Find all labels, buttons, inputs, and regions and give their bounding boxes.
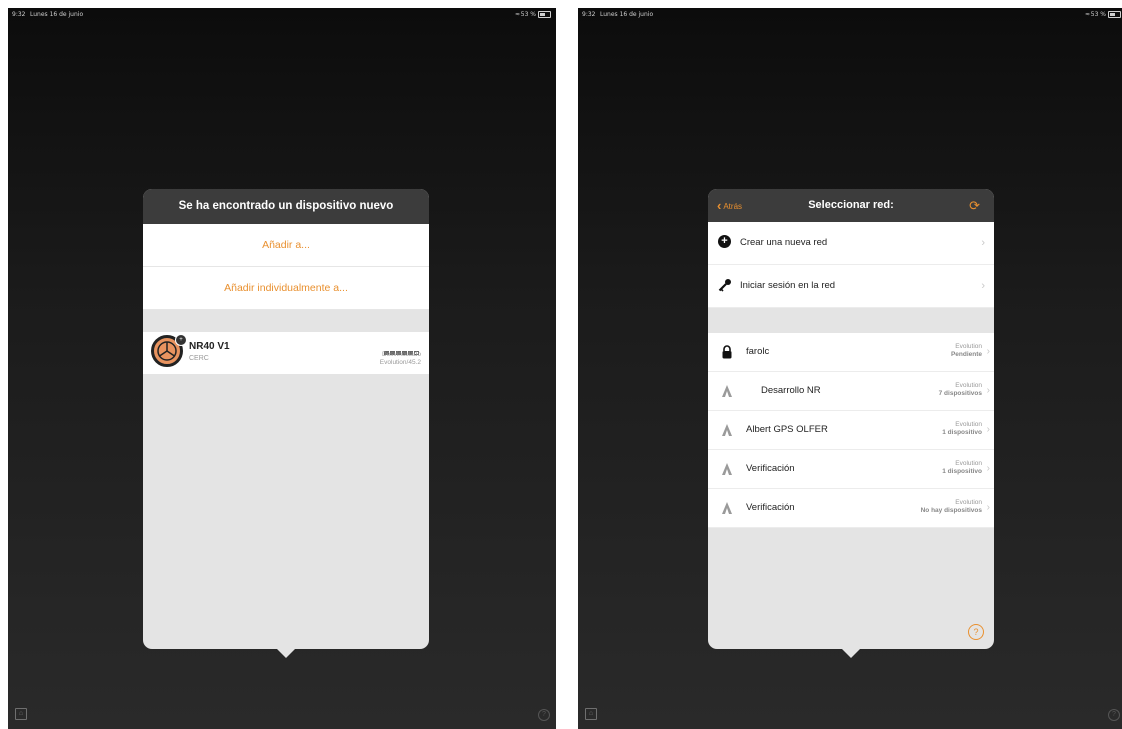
home-icon[interactable]: ⌂ <box>15 708 27 720</box>
status-bar: 9:32 Lunes 16 de junio ≈ 53 % <box>578 8 1122 22</box>
chevron-right-icon: › <box>986 424 990 435</box>
plus-circle-icon: + <box>718 235 732 249</box>
left-screen: 9:32 Lunes 16 de junio ≈ 53 % Se ha enco… <box>8 8 556 729</box>
battery-percent: 53 % <box>1090 11 1106 18</box>
network-meta: Evolution Pendiente <box>951 343 982 359</box>
network-status: Pendiente <box>950 351 982 358</box>
chevron-right-icon: › <box>981 237 985 249</box>
chevron-right-icon: › <box>981 280 985 292</box>
network-meta: Evolution 7 dispositivos <box>939 382 982 398</box>
network-row[interactable]: Verificación Evolution No hay dispositiv… <box>708 489 994 528</box>
help-icon[interactable]: ? <box>1108 709 1120 721</box>
popover-arrow <box>841 648 861 658</box>
network-row[interactable]: farolc Evolution Pendiente › <box>708 333 994 372</box>
battery-icon <box>1108 11 1121 18</box>
network-status: 1 dispositivo <box>942 429 982 436</box>
nav-title: Seleccionar red: <box>808 199 894 211</box>
menu-label: Crear una nueva red <box>740 237 828 248</box>
right-screen: 9:32 Lunes 16 de junio ≈ 53 % ‹ Atrás Sel… <box>578 8 1122 729</box>
network-row[interactable]: Albert GPS OLFER Evolution 1 dispositivo… <box>708 411 994 450</box>
key-icon <box>718 278 732 292</box>
login-network-row[interactable]: Iniciar sesión en la red › <box>708 265 994 308</box>
network-status: 7 dispositivos <box>938 390 982 397</box>
select-network-popover: ‹ Atrás Seleccionar red: ⟳ + Crear una nu… <box>708 189 994 658</box>
popover-title: Se ha encontrado un dispositivo nuevo <box>143 189 429 224</box>
create-network-row[interactable]: + Crear una nueva red › <box>708 222 994 265</box>
network-icon <box>721 423 733 437</box>
status-date: Lunes 16 de junio <box>600 11 654 18</box>
network-name: farolc <box>746 346 770 357</box>
network-meta: Evolution 1 dispositivo <box>942 421 982 437</box>
device-logo-icon <box>157 341 177 361</box>
network-meta: Evolution No hay dispositivos <box>921 499 982 515</box>
network-name: Verificación <box>746 502 795 513</box>
network-status: 1 dispositivo <box>942 468 982 475</box>
menu-label: Iniciar sesión en la red <box>740 280 836 291</box>
status-bar: 9:32 Lunes 16 de junio ≈ 53 % <box>8 8 556 22</box>
chevron-right-icon: › <box>986 463 990 474</box>
network-icon <box>721 501 733 515</box>
device-subtitle: CERC <box>189 355 209 362</box>
network-name: Verificación <box>746 463 795 474</box>
device-badge-icon: + <box>175 334 187 346</box>
add-individually-button[interactable]: Añadir individualmente a... <box>143 267 429 310</box>
network-name: Albert GPS OLFER <box>746 424 828 435</box>
battery-icon <box>538 11 551 18</box>
device-row[interactable]: + NR40 V1 CERC Desvinculado Evolution/45… <box>143 332 429 374</box>
device-name: NR40 V1 <box>189 341 230 352</box>
status-date: Lunes 16 de junio <box>30 11 84 18</box>
network-type: Evolution <box>955 343 982 350</box>
help-icon[interactable]: ? <box>968 624 984 640</box>
network-meta: Evolution 1 dispositivo <box>942 460 982 476</box>
network-type: Evolution <box>955 382 982 389</box>
popover-arrow <box>276 648 296 658</box>
home-icon[interactable]: ⌂ <box>585 708 597 720</box>
device-status-line1: Desvinculado <box>381 351 421 358</box>
network-icon <box>721 462 733 476</box>
network-row[interactable]: Desarrollo NR Evolution 7 dispositivos › <box>708 372 994 411</box>
network-row[interactable]: Verificación Evolution 1 dispositivo › <box>708 450 994 489</box>
add-to-button[interactable]: Añadir a... <box>143 224 429 267</box>
network-status: No hay dispositivos <box>920 507 982 514</box>
device-status: Desvinculado Evolution/45.2 <box>380 351 421 367</box>
network-name: Desarrollo NR <box>761 385 821 396</box>
section-gap <box>708 308 994 333</box>
chevron-right-icon: › <box>986 502 990 513</box>
network-type: Evolution <box>955 460 982 467</box>
help-icon[interactable]: ? <box>538 709 550 721</box>
network-type: Evolution <box>955 421 982 428</box>
status-time: 9:32 <box>12 11 26 18</box>
battery-percent: 53 % <box>520 11 536 18</box>
section-gap <box>143 310 429 332</box>
device-status-line2: Evolution/45.2 <box>379 359 421 366</box>
new-device-popover: Se ha encontrado un dispositivo nuevo Añ… <box>143 189 429 658</box>
network-type: Evolution <box>955 499 982 506</box>
refresh-icon[interactable]: ⟳ <box>969 199 980 212</box>
chevron-right-icon: › <box>986 385 990 396</box>
wifi-icon: ≈ <box>1084 11 1090 18</box>
network-icon <box>721 384 733 398</box>
chevron-right-icon: › <box>986 346 990 357</box>
wifi-icon: ≈ <box>514 11 520 18</box>
nav-header: ‹ Atrás Seleccionar red: ⟳ <box>708 189 994 222</box>
lock-icon <box>721 345 733 359</box>
status-time: 9:32 <box>582 11 596 18</box>
